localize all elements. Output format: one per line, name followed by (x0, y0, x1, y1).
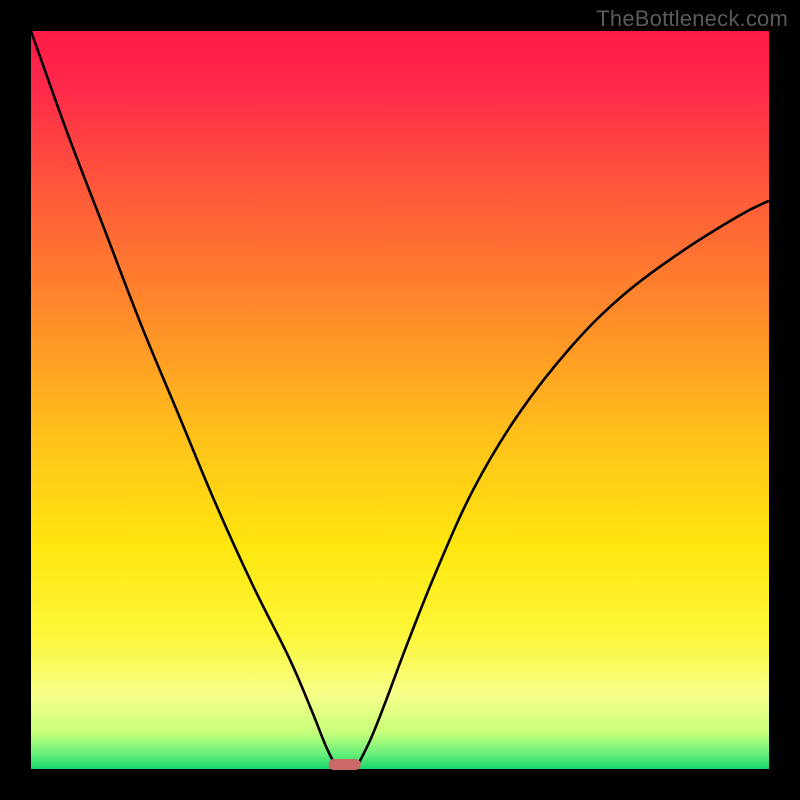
bottleneck-min-marker (329, 759, 361, 770)
bottleneck-chart (0, 0, 800, 800)
plot-background-gradient (31, 31, 769, 769)
watermark-text: TheBottleneck.com (596, 6, 788, 32)
